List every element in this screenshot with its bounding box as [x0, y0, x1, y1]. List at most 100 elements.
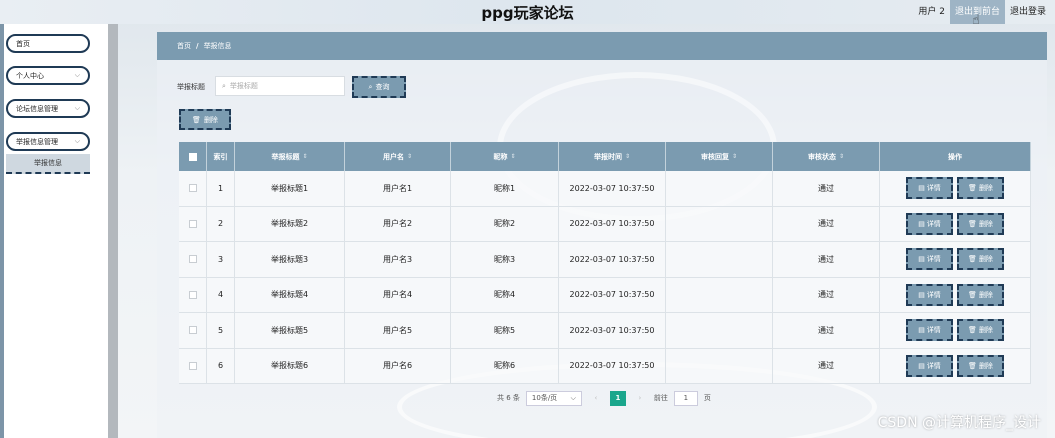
chevron-down-icon: ⌵ [74, 71, 80, 79]
row-checkbox[interactable] [188, 361, 197, 370]
sidebar-item-home[interactable]: 首页 [6, 34, 90, 53]
row-checkbox[interactable] [188, 290, 197, 299]
delete-button[interactable]: 🗑 删除 [957, 248, 1004, 271]
search-label: 举报标题 [177, 83, 205, 91]
cell-reply [666, 206, 773, 241]
sidebar [0, 24, 108, 438]
row-checkbox[interactable] [188, 255, 197, 264]
sidebar-item-report-management[interactable]: 举报信息管理 ⌵ [6, 132, 90, 151]
search-button-label: 查询 [375, 83, 390, 91]
goto-page-unit: 页 [703, 394, 711, 402]
cell-reply [666, 313, 773, 348]
page-number-current[interactable]: 1 [609, 390, 626, 406]
table-row: 3 举报标题3 用户名3 昵称3 2022-03-07 10:37:50 通过 ▤ 详情 🗑 删除 [179, 242, 1031, 278]
column-header-reply[interactable]: 审核回复 ⇕ [666, 142, 773, 171]
table-row: 4 举报标题4 用户名4 昵称4 2022-03-07 10:37:50 通过 ▤ 详情 🗑 删除 [179, 277, 1031, 313]
sidebar-item-personal-center[interactable]: 个人中心 ⌵ [6, 66, 90, 85]
column-header-time[interactable]: 举报时间 ⇕ [559, 142, 666, 171]
row-select-cell [179, 206, 207, 241]
batch-delete-button[interactable]: 🗑 删除 [179, 109, 231, 130]
detail-button[interactable]: ▤ 详情 [906, 354, 953, 377]
page-size-select[interactable]: 10条/页 ⌵ [525, 390, 582, 406]
column-header-username[interactable]: 用户名 ⇕ [345, 142, 451, 171]
cell-nickname: 昵称4 [451, 277, 559, 312]
detail-button[interactable]: ▤ 详情 [906, 319, 953, 342]
cell-time: 2022-03-07 10:37:50 [559, 348, 666, 383]
cell-actions: ▤ 详情 🗑 删除 [880, 242, 1031, 277]
goto-page-input[interactable]: 1 [673, 390, 698, 406]
detail-button[interactable]: ▤ 详情 [906, 177, 953, 200]
document-icon: ▤ [918, 255, 925, 264]
breadcrumb-home[interactable]: 首页 [177, 41, 191, 51]
row-checkbox[interactable] [188, 219, 197, 228]
cell-nickname: 昵称5 [451, 313, 559, 348]
cell-status: 通过 [773, 206, 880, 241]
breadcrumb: 首页 / 举报信息 [157, 32, 1047, 60]
sidebar-item-label: 首页 [16, 39, 30, 48]
row-select-cell [179, 313, 207, 348]
breadcrumb-current: 举报信息 [203, 42, 232, 50]
row-checkbox[interactable] [188, 326, 197, 335]
cell-status: 通过 [773, 277, 880, 312]
select-all-cell [179, 142, 207, 171]
row-select-cell [179, 348, 207, 383]
trash-icon: 🗑 [968, 290, 977, 299]
search-input[interactable]: ⌕ 举报标题 [215, 76, 345, 96]
delete-button[interactable]: 🗑 删除 [957, 354, 1004, 377]
detail-button[interactable]: ▤ 详情 [906, 283, 953, 306]
detail-button[interactable]: ▤ 详情 [906, 248, 953, 271]
cell-reply [666, 242, 773, 277]
delete-button[interactable]: 🗑 删除 [957, 177, 1004, 200]
pagination-total: 共 6 条 [497, 394, 520, 402]
cell-status: 通过 [773, 242, 880, 277]
row-checkbox[interactable] [188, 184, 197, 193]
sidebar-subitem-report-info[interactable]: 举报信息 [6, 154, 90, 174]
delete-button[interactable]: 🗑 删除 [957, 319, 1004, 342]
sort-icon[interactable]: ⇕ [302, 153, 307, 160]
next-page-button[interactable]: › [632, 394, 648, 402]
top-right-actions: 用户 2 退出到前台 退出登录 [913, 0, 1051, 24]
cell-username: 用户名6 [345, 348, 451, 383]
table-row: 6 举报标题6 用户名6 昵称6 2022-03-07 10:37:50 通过 ▤ 详情 🗑 删除 [179, 348, 1031, 384]
cell-username: 用户名5 [345, 313, 451, 348]
sort-icon[interactable]: ⇕ [839, 153, 844, 160]
row-select-cell [179, 277, 207, 312]
cell-reply [666, 348, 773, 383]
select-all-checkbox[interactable] [188, 152, 197, 161]
column-header-nickname[interactable]: 昵称 ⇕ [451, 142, 559, 171]
cell-nickname: 昵称6 [451, 348, 559, 383]
search-button[interactable]: ⌕ 查询 [352, 76, 406, 98]
document-icon: ▤ [918, 326, 925, 335]
trash-icon: 🗑 [968, 326, 977, 335]
row-select-cell [179, 242, 207, 277]
sidebar-item-label: 个人中心 [16, 71, 44, 80]
cell-title: 举报标题3 [235, 242, 345, 277]
cell-title: 举报标题1 [235, 171, 345, 206]
column-header-status[interactable]: 审核状态 ⇕ [773, 142, 880, 171]
detail-button[interactable]: ▤ 详情 [906, 212, 953, 235]
sort-icon[interactable]: ⇕ [407, 153, 412, 160]
sort-icon[interactable]: ⇕ [732, 153, 737, 160]
cell-index: 3 [207, 242, 235, 277]
prev-page-button[interactable]: ‹ [588, 394, 604, 402]
trash-icon: 🗑 [968, 184, 977, 193]
table-body: 1 举报标题1 用户名1 昵称1 2022-03-07 10:37:50 通过 ▤ 详情 🗑 删除… [179, 171, 1031, 384]
delete-button[interactable]: 🗑 删除 [957, 283, 1004, 306]
sort-icon[interactable]: ⇕ [625, 153, 630, 160]
sidebar-item-forum-management[interactable]: 论坛信息管理 ⌵ [6, 99, 90, 118]
cell-status: 通过 [773, 313, 880, 348]
cell-username: 用户名2 [345, 206, 451, 241]
table-header: 索引 举报标题 ⇕ 用户名 ⇕ 昵称 ⇕ 举报时间 ⇕ 审核回复 ⇕ 审核状态 ⇕ 操作 [179, 142, 1031, 171]
chevron-up-icon: ⌵ [74, 137, 80, 145]
trash-icon: 🗑 [968, 361, 977, 370]
watermark: CSDN @计算机程序_设计 [877, 415, 1041, 431]
sort-icon[interactable]: ⇕ [510, 153, 515, 160]
cell-index: 6 [207, 348, 235, 383]
logout-button[interactable]: 退出登录 [1005, 0, 1051, 24]
column-header-title[interactable]: 举报标题 ⇕ [235, 142, 345, 171]
top-bar: ppg玩家论坛 用户 2 退出到前台 退出登录 [0, 0, 1055, 24]
cell-nickname: 昵称1 [451, 171, 559, 206]
delete-button[interactable]: 🗑 删除 [957, 212, 1004, 235]
site-title: ppg玩家论坛 [481, 4, 574, 22]
goto-label: 前往 [653, 394, 668, 402]
